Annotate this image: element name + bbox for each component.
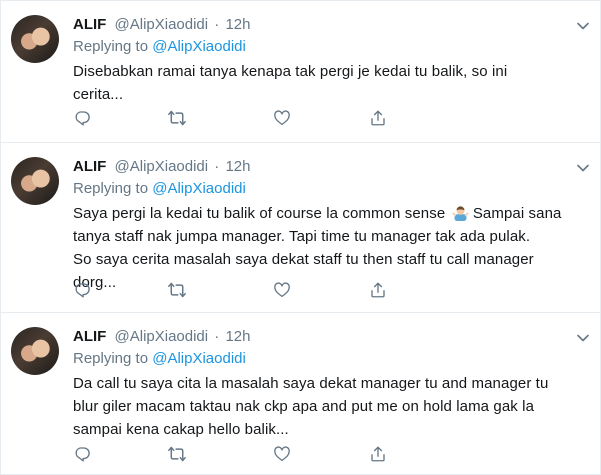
timestamp[interactable]: 12h — [225, 158, 250, 175]
user-handle[interactable]: @AlipXiaodidi — [115, 16, 209, 33]
reply-icon[interactable] — [71, 107, 93, 129]
user-handle[interactable]: @AlipXiaodidi — [115, 328, 209, 345]
share-icon[interactable] — [367, 443, 389, 465]
separator-dot: · — [214, 16, 220, 33]
tweet[interactable]: ALIF @AlipXiaodidi · 12h Replying to @Al… — [1, 313, 600, 475]
avatar[interactable] — [11, 15, 59, 63]
timestamp[interactable]: 12h — [225, 16, 250, 33]
tweet-thread: ALIF @AlipXiaodidi · 12h Replying to @Al… — [0, 0, 601, 475]
replying-to-label: Replying to — [73, 180, 149, 197]
replying-to-handle-link[interactable]: @AlipXiaodidi — [152, 350, 246, 367]
tweet-text-line: So saya cerita masalah saya dekat staff … — [73, 251, 534, 268]
heart-icon[interactable] — [271, 443, 293, 465]
tweet-header: ALIF @AlipXiaodidi · 12h — [73, 15, 251, 35]
reply-icon[interactable] — [71, 443, 93, 465]
tweet-actions — [71, 107, 511, 129]
replying-to: Replying to @AlipXiaodidi — [73, 179, 246, 199]
replying-to-label: Replying to — [73, 350, 149, 367]
tweet-text-segment: Sampai sana — [472, 205, 562, 222]
replying-to-handle-link[interactable]: @AlipXiaodidi — [152, 38, 246, 55]
replying-to: Replying to @AlipXiaodidi — [73, 349, 246, 369]
tweet-text-line: blur giler macam taktau nak ckp apa and … — [73, 398, 535, 415]
share-icon[interactable] — [367, 107, 389, 129]
retweet-icon[interactable] — [166, 443, 188, 465]
heart-icon[interactable] — [271, 107, 293, 129]
separator-dot: · — [214, 158, 220, 175]
tweet-text: Disebabkan ramai tanya kenapa tak pergi … — [73, 60, 588, 106]
tweet-text-line: Saya pergi la kedai tu balik of course l… — [73, 202, 588, 225]
replying-to-handle-link[interactable]: @AlipXiaodidi — [152, 180, 246, 197]
tweet-text-line: sampai kena cakap hello balik... — [73, 421, 289, 438]
replying-to: Replying to @AlipXiaodidi — [73, 37, 246, 57]
separator-dot: · — [214, 328, 220, 345]
tweet-text-line: tanya staff nak jumpa manager. Tapi time… — [73, 228, 531, 245]
tweet-header: ALIF @AlipXiaodidi · 12h — [73, 157, 251, 177]
tweet-actions — [71, 279, 511, 301]
avatar[interactable] — [11, 157, 59, 205]
chevron-down-icon[interactable] — [576, 331, 590, 345]
tweet-actions — [71, 443, 511, 465]
display-name[interactable]: ALIF — [73, 16, 106, 33]
man-shrugging-emoji-icon — [452, 204, 469, 221]
replying-to-label: Replying to — [73, 38, 149, 55]
user-handle[interactable]: @AlipXiaodidi — [115, 158, 209, 175]
timestamp[interactable]: 12h — [225, 328, 250, 345]
chevron-down-icon[interactable] — [576, 161, 590, 175]
tweet-text-line: Da call tu saya cita la masalah saya dek… — [73, 375, 549, 392]
retweet-icon[interactable] — [166, 279, 188, 301]
display-name[interactable]: ALIF — [73, 158, 106, 175]
heart-icon[interactable] — [271, 279, 293, 301]
retweet-icon[interactable] — [166, 107, 188, 129]
tweet-text-segment: Saya pergi la kedai tu balik of course l… — [73, 205, 446, 222]
display-name[interactable]: ALIF — [73, 328, 106, 345]
tweet[interactable]: ALIF @AlipXiaodidi · 12h Replying to @Al… — [1, 143, 600, 313]
avatar[interactable] — [11, 327, 59, 375]
chevron-down-icon[interactable] — [576, 19, 590, 33]
tweet-text-line: Disebabkan ramai tanya kenapa tak pergi … — [73, 63, 508, 80]
tweet[interactable]: ALIF @AlipXiaodidi · 12h Replying to @Al… — [1, 1, 600, 143]
tweet-header: ALIF @AlipXiaodidi · 12h — [73, 327, 251, 347]
tweet-text-line: cerita... — [73, 86, 124, 103]
tweet-text: Da call tu saya cita la masalah saya dek… — [73, 372, 588, 441]
reply-icon[interactable] — [71, 279, 93, 301]
share-icon[interactable] — [367, 279, 389, 301]
